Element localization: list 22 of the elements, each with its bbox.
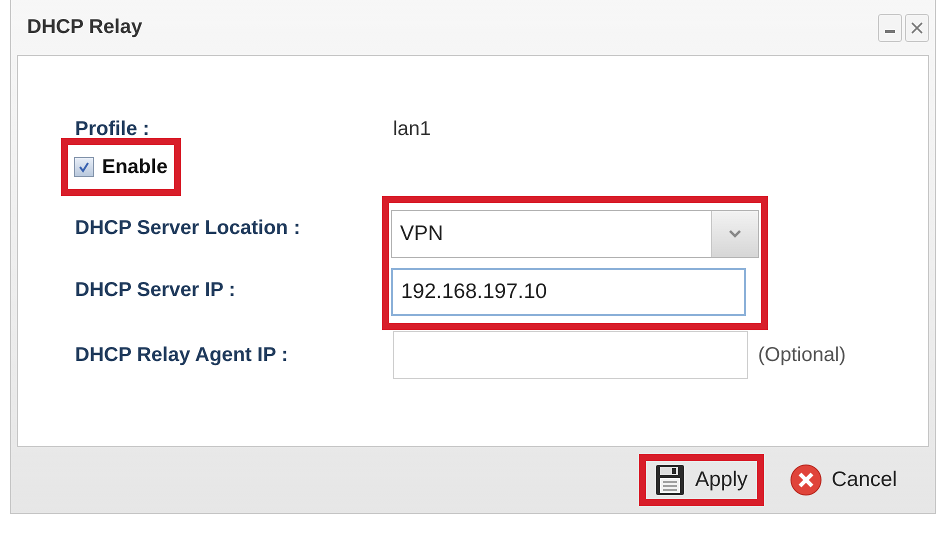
field-label: DHCP Relay Agent IP : bbox=[75, 344, 290, 366]
checkbox[interactable] bbox=[74, 157, 94, 177]
window-title: DHCP Relay bbox=[27, 16, 144, 39]
cancel-icon bbox=[790, 464, 822, 496]
cancel-button[interactable]: Cancel bbox=[780, 454, 907, 506]
apply-button[interactable]: Apply bbox=[639, 454, 764, 506]
profile-value: lan1 bbox=[393, 118, 431, 140]
minimize-button[interactable] bbox=[878, 14, 902, 42]
close-icon bbox=[910, 20, 924, 34]
dropdown[interactable]: VPN bbox=[391, 210, 759, 258]
field-label: DHCP Server IP : bbox=[75, 278, 236, 302]
input-field[interactable]: 192.168.197.10 bbox=[391, 268, 746, 316]
save-icon bbox=[655, 464, 686, 496]
field-label: Profile : bbox=[75, 118, 150, 140]
chevron-down-icon bbox=[728, 229, 742, 239]
close-button[interactable] bbox=[905, 14, 929, 42]
field-note: (Optional) bbox=[758, 344, 846, 366]
minimize-icon bbox=[885, 30, 895, 33]
check-icon bbox=[78, 161, 90, 173]
field-label: DHCP Server Location : bbox=[75, 216, 302, 240]
input-field[interactable] bbox=[393, 331, 748, 379]
checkbox-label: Enable bbox=[102, 156, 168, 178]
